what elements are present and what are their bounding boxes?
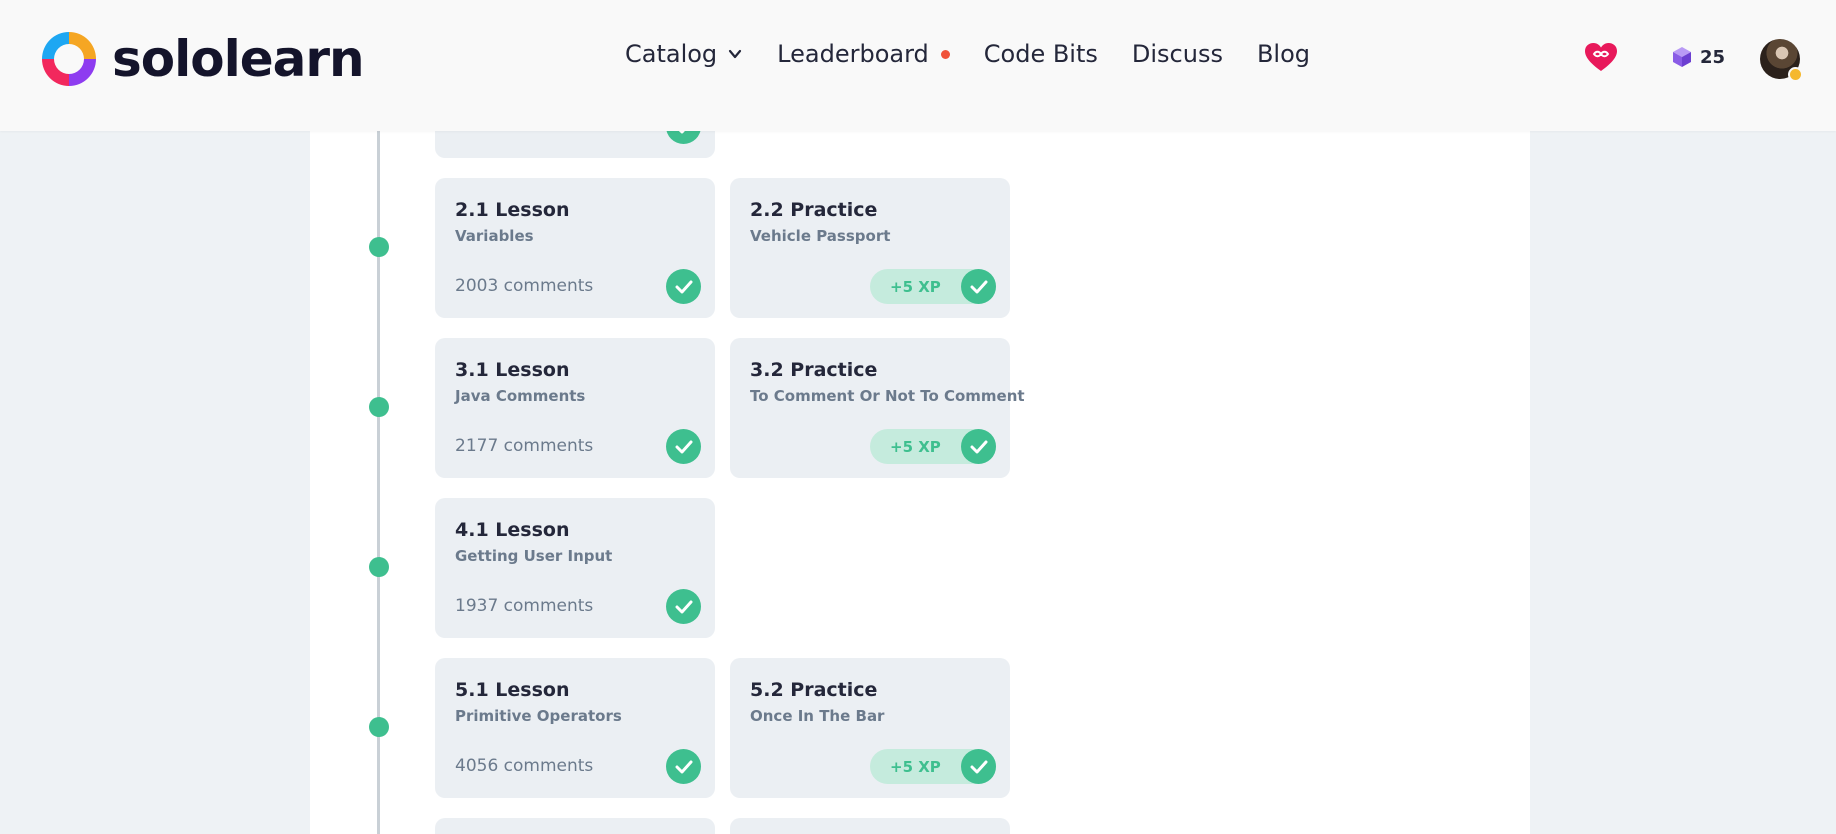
- lesson-title: 4.1 Lesson: [455, 519, 570, 541]
- lesson-title: 2.1 Lesson: [455, 199, 570, 221]
- top-header: sololearn Catalog Leaderboard Code Bits …: [0, 0, 1836, 131]
- completed-check-icon: [666, 589, 701, 624]
- comments-count[interactable]: 1937 comments: [455, 596, 593, 616]
- lesson-card-partial-bottom[interactable]: [435, 818, 715, 834]
- practice-title: 3.2 Practice: [750, 359, 878, 381]
- practice-title: 5.2 Practice: [750, 679, 878, 701]
- practice-card-partial-bottom[interactable]: [730, 818, 1010, 834]
- lesson-subtitle: Getting User Input: [455, 547, 613, 565]
- nav-discuss-label: Discuss: [1131, 40, 1223, 68]
- nav-blog-label: Blog: [1256, 40, 1311, 68]
- xp-label: +5 XP: [890, 437, 941, 456]
- practice-subtitle: To Comment Or Not To Comment: [750, 387, 1025, 405]
- lesson-card[interactable]: 2.1 Lesson Variables 2003 comments: [435, 178, 715, 318]
- xp-badge: +5 XP: [870, 749, 996, 784]
- completed-check-icon: [666, 749, 701, 784]
- practice-card[interactable]: 3.2 Practice To Comment Or Not To Commen…: [730, 338, 1025, 478]
- user-avatar[interactable]: [1760, 39, 1803, 82]
- lesson-card[interactable]: 3.1 Lesson Java Comments 2177 comments: [435, 338, 715, 478]
- timeline-dot: [369, 717, 389, 737]
- completed-check-icon: [666, 269, 701, 304]
- nav-blog[interactable]: Blog: [1257, 40, 1310, 68]
- bits-cube-icon: [1673, 47, 1691, 67]
- practice-title: 2.2 Practice: [750, 199, 878, 221]
- nav-leaderboard-label: Leaderboard: [777, 40, 929, 68]
- xp-label: +5 XP: [890, 757, 941, 776]
- sololearn-logo-icon: [42, 32, 96, 86]
- comments-count[interactable]: 2003 comments: [455, 276, 593, 296]
- completed-check-icon: [961, 429, 996, 464]
- completed-check-icon: [961, 749, 996, 784]
- bits-counter[interactable]: 25: [1672, 46, 1725, 68]
- lesson-title: 5.1 Lesson: [455, 679, 570, 701]
- nav-catalog-label: Catalog: [625, 40, 718, 68]
- comments-count[interactable]: 2177 comments: [455, 436, 593, 456]
- completed-check-icon: [961, 269, 996, 304]
- pro-badge-icon: [1788, 67, 1803, 82]
- practice-subtitle: Once In The Bar: [750, 707, 885, 725]
- timeline-dot: [369, 557, 389, 577]
- chevron-down-icon: [729, 49, 742, 59]
- practice-subtitle: Vehicle Passport: [750, 227, 891, 245]
- notification-dot: [940, 49, 950, 59]
- timeline-dot: [369, 397, 389, 417]
- infinite-heart-icon: [1585, 43, 1617, 71]
- hearts-button[interactable]: [1584, 42, 1618, 72]
- completed-check-icon: [666, 429, 701, 464]
- main-nav: Catalog Leaderboard Code Bits Discuss Bl…: [625, 40, 1344, 68]
- lesson-title: 3.1 Lesson: [455, 359, 570, 381]
- lesson-subtitle: Variables: [455, 227, 534, 245]
- brand-name: sololearn: [112, 30, 365, 88]
- lesson-card[interactable]: 5.1 Lesson Primitive Operators 4056 comm…: [435, 658, 715, 798]
- xp-badge: +5 XP: [870, 429, 996, 464]
- practice-card[interactable]: 5.2 Practice Once In The Bar +5 XP: [730, 658, 1010, 798]
- lesson-subtitle: Primitive Operators: [455, 707, 622, 725]
- practice-card[interactable]: 2.2 Practice Vehicle Passport +5 XP: [730, 178, 1010, 318]
- lesson-card[interactable]: 4.1 Lesson Getting User Input 1937 comme…: [435, 498, 715, 638]
- nav-discuss[interactable]: Discuss: [1132, 40, 1223, 68]
- nav-catalog[interactable]: Catalog: [625, 40, 743, 68]
- nav-leaderboard[interactable]: Leaderboard: [777, 40, 950, 68]
- xp-badge: +5 XP: [870, 269, 996, 304]
- comments-count[interactable]: 4056 comments: [455, 756, 593, 776]
- nav-code-bits[interactable]: Code Bits: [984, 40, 1098, 68]
- timeline-dot: [369, 237, 389, 257]
- sololearn-logo[interactable]: sololearn: [38, 28, 365, 90]
- bits-count: 25: [1700, 46, 1726, 68]
- lesson-subtitle: Java Comments: [455, 387, 586, 405]
- xp-label: +5 XP: [890, 277, 941, 296]
- nav-code-bits-label: Code Bits: [983, 40, 1098, 68]
